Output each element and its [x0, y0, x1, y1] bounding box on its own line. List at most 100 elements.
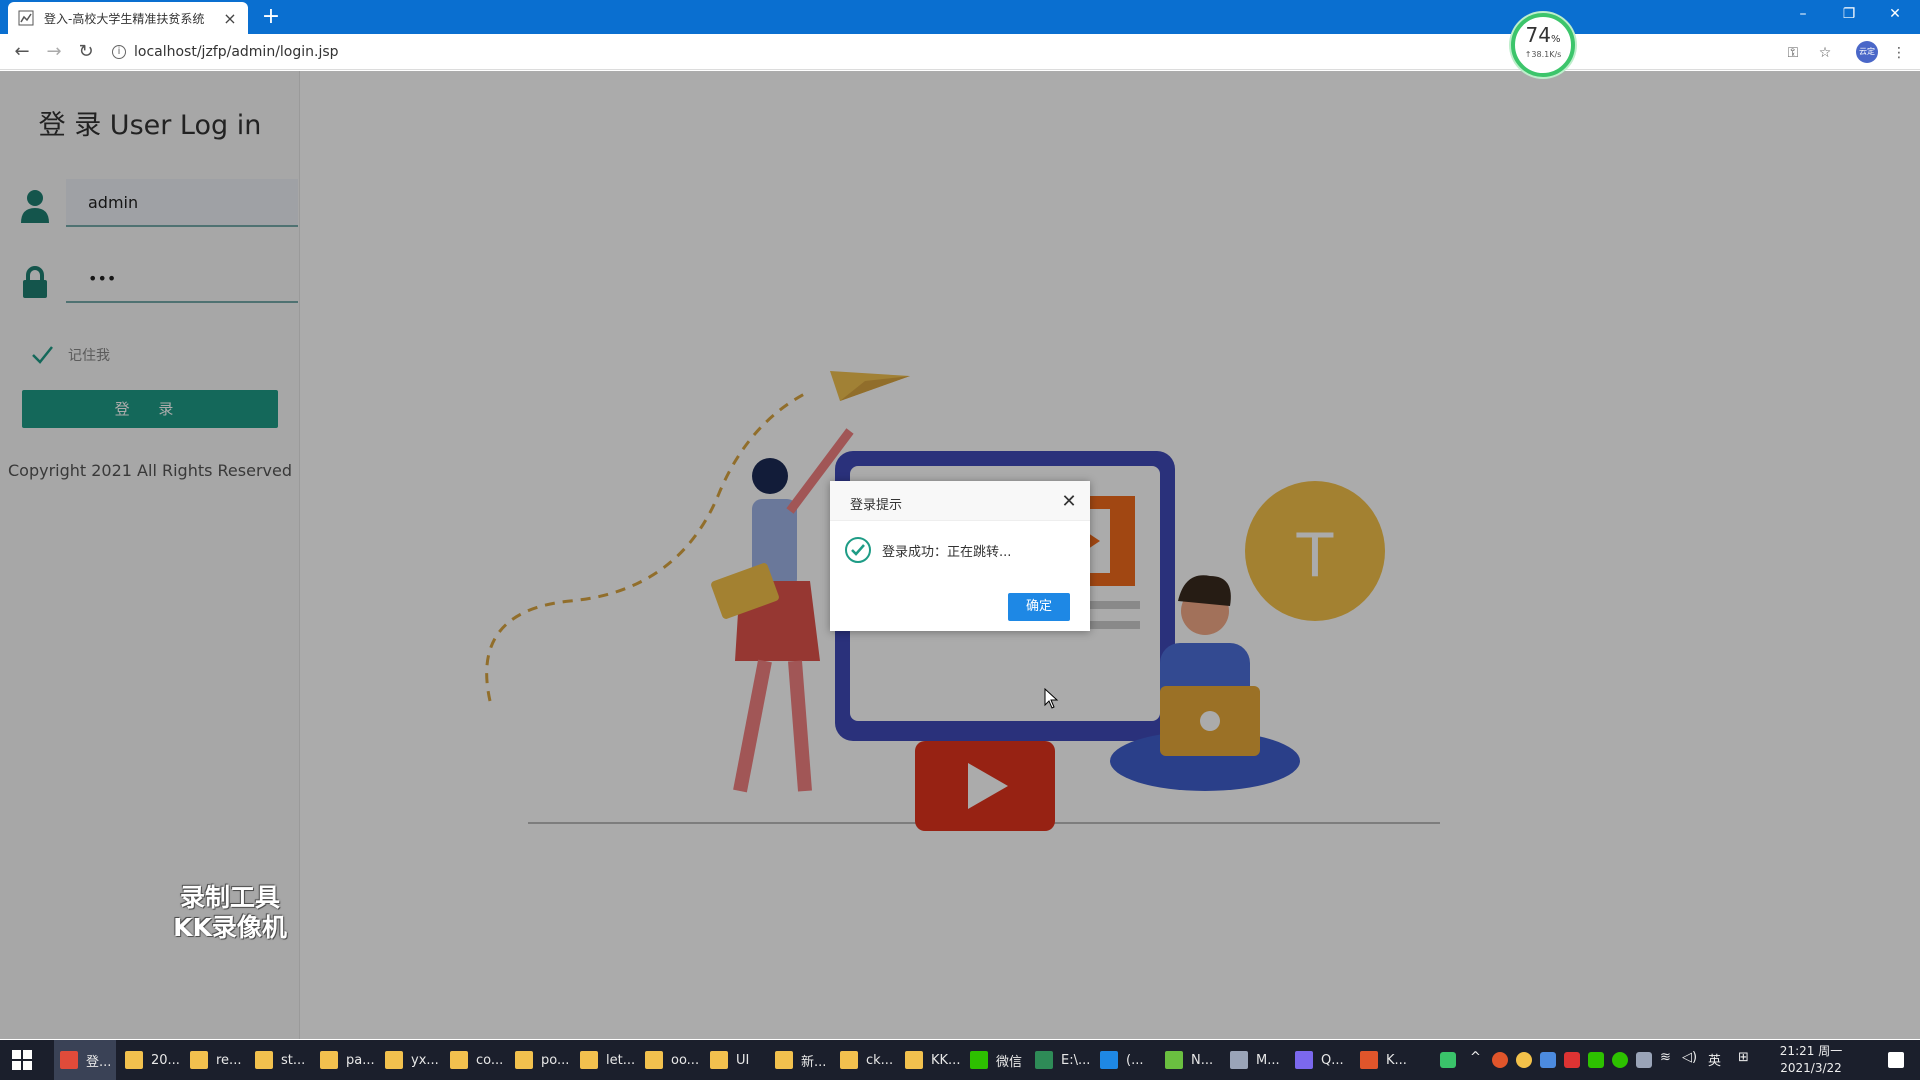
- ime-indicator[interactable]: 英: [1708, 1050, 1721, 1069]
- tray-app-icon[interactable]: [1588, 1052, 1604, 1068]
- taskbar-app-button[interactable]: K...: [1354, 1040, 1416, 1080]
- taskbar-app-button[interactable]: yx...: [379, 1040, 441, 1080]
- taskbar-app-label: 登...: [86, 1054, 112, 1070]
- taskbar-app-button[interactable]: M...: [1224, 1040, 1286, 1080]
- minimize-button[interactable]: –: [1780, 0, 1826, 30]
- taskbar-app-label: E:\...: [1061, 1052, 1091, 1068]
- volume-icon[interactable]: ◁): [1682, 1050, 1697, 1065]
- taskbar-app-button[interactable]: re...: [184, 1040, 246, 1080]
- taskbar-app-label: ck...: [866, 1052, 894, 1068]
- app-icon: [190, 1051, 208, 1069]
- url-text: localhost/jzfp/admin/login.jsp: [134, 44, 339, 60]
- taskbar-clock[interactable]: 21:21 周一 2021/3/22: [1776, 1043, 1846, 1077]
- mouse-cursor-icon: [1044, 688, 1059, 709]
- tray-app-icon[interactable]: [1492, 1052, 1508, 1068]
- taskbar-app-label: let...: [606, 1052, 636, 1068]
- taskbar-app-button[interactable]: UI: [704, 1040, 766, 1080]
- taskbar-app-button[interactable]: ck...: [834, 1040, 896, 1080]
- battery-icon[interactable]: [1440, 1052, 1456, 1068]
- taskbar-app-button[interactable]: N...: [1159, 1040, 1221, 1080]
- taskbar-app-button[interactable]: (...: [1094, 1040, 1156, 1080]
- taskbar-app-label: 新...: [801, 1054, 827, 1070]
- notification-icon[interactable]: [1888, 1052, 1904, 1068]
- app-icon: [1230, 1051, 1248, 1069]
- browser-tab[interactable]: 登入-高校大学生精准扶贫系统 ×: [8, 2, 248, 34]
- taskbar-app-button[interactable]: let...: [574, 1040, 636, 1080]
- app-icon: [125, 1051, 143, 1069]
- app-icon: [1295, 1051, 1313, 1069]
- tray-app-icon[interactable]: [1516, 1052, 1532, 1068]
- taskbar-app-button[interactable]: Q...: [1289, 1040, 1351, 1080]
- info-icon[interactable]: i: [112, 45, 126, 59]
- taskbar-app-label: yx...: [411, 1052, 439, 1068]
- taskbar-app-button[interactable]: po...: [509, 1040, 571, 1080]
- windows-start-icon[interactable]: [12, 1050, 32, 1070]
- taskbar-app-button[interactable]: 登...: [54, 1040, 116, 1080]
- watermark-line2: KK录像机: [173, 913, 287, 942]
- dialog-message: 登录成功：正在跳转...: [882, 544, 1012, 560]
- wechat-tray-icon[interactable]: [1612, 1052, 1628, 1068]
- taskbar-app-button[interactable]: KK...: [899, 1040, 961, 1080]
- taskbar-app-button[interactable]: oo...: [639, 1040, 701, 1080]
- recorder-watermark: 录制工具 KK录像机: [160, 883, 300, 943]
- dialog-confirm-button[interactable]: 确定: [1008, 593, 1070, 621]
- reload-icon[interactable]: ↻: [74, 40, 98, 64]
- taskbar-app-label: st...: [281, 1052, 306, 1068]
- tray-app-icon[interactable]: [1636, 1052, 1652, 1068]
- taskbar-app-button[interactable]: st...: [249, 1040, 311, 1080]
- tab-title: 登入-高校大学生精准扶贫系统: [44, 11, 205, 26]
- profile-avatar[interactable]: 云定: [1856, 41, 1878, 63]
- qq-tray-icon[interactable]: [1564, 1052, 1580, 1068]
- key-icon[interactable]: ⚿: [1782, 42, 1804, 64]
- app-icon: [320, 1051, 338, 1069]
- taskbar-app-label: oo...: [671, 1052, 700, 1068]
- wifi-icon[interactable]: ≋: [1660, 1050, 1671, 1065]
- network-speed-widget[interactable]: 74% ↑38.1K/s: [1511, 13, 1575, 77]
- taskbar-app-label: re...: [216, 1052, 242, 1068]
- browser-tab-bar: 登入-高校大学生精准扶贫系统 × + – ❐ ✕: [0, 0, 1920, 34]
- taskbar-app-label: 20...: [151, 1052, 180, 1068]
- address-bar: ← → ↻ i localhost/jzfp/admin/login.jsp ⚿…: [0, 34, 1920, 70]
- page-favicon-icon: [18, 10, 34, 26]
- taskbar-app-button[interactable]: E:\...: [1029, 1040, 1091, 1080]
- restore-button[interactable]: ❐: [1826, 0, 1872, 30]
- taskbar-app-label: UI: [736, 1052, 750, 1068]
- app-icon: [60, 1051, 78, 1069]
- menu-dots-icon[interactable]: ⋮: [1888, 42, 1910, 64]
- forward-arrow-icon[interactable]: →: [42, 40, 66, 64]
- taskbar: 登... 20... re... st... pa... yx... co... po... l…: [0, 1040, 1920, 1080]
- speed-percent: 74: [1525, 23, 1551, 47]
- tray-expand-icon[interactable]: ^: [1470, 1050, 1481, 1065]
- taskbar-app-label: Q...: [1321, 1052, 1344, 1068]
- taskbar-app-button[interactable]: pa...: [314, 1040, 376, 1080]
- taskbar-app-button[interactable]: 20...: [119, 1040, 181, 1080]
- back-arrow-icon[interactable]: ←: [10, 40, 34, 64]
- watermark-line1: 录制工具: [179, 883, 280, 912]
- page-content: 登 录 User Log in 记住我 登 录 Copyright 2021 A…: [0, 71, 1920, 1039]
- app-icon: [1035, 1051, 1053, 1069]
- taskbar-app-label: M...: [1256, 1052, 1280, 1068]
- dialog-close-icon[interactable]: ✕: [1060, 491, 1078, 512]
- success-check-icon: [845, 537, 871, 563]
- speed-percent-sign: %: [1550, 34, 1561, 45]
- star-icon[interactable]: ☆: [1814, 42, 1836, 64]
- keyboard-icon[interactable]: ⊞: [1738, 1050, 1749, 1065]
- dialog-title: 登录提示: [850, 498, 903, 513]
- new-tab-button[interactable]: +: [258, 4, 284, 30]
- app-icon: [385, 1051, 403, 1069]
- app-icon: [645, 1051, 663, 1069]
- login-dialog: 登录提示 ✕ 登录成功：正在跳转... 确定: [830, 481, 1090, 631]
- tab-close-icon[interactable]: ×: [222, 9, 238, 28]
- taskbar-app-label: pa...: [346, 1052, 375, 1068]
- tray-app-icon[interactable]: [1540, 1052, 1556, 1068]
- taskbar-app-button[interactable]: 新...: [769, 1040, 831, 1080]
- taskbar-app-label: K...: [1386, 1052, 1407, 1068]
- window-close-button[interactable]: ✕: [1872, 0, 1918, 30]
- app-icon: [775, 1051, 793, 1069]
- taskbar-app-label: 微信: [996, 1054, 1023, 1070]
- clock-date: 2021/3/22: [1780, 1061, 1842, 1075]
- taskbar-app-button[interactable]: co...: [444, 1040, 506, 1080]
- taskbar-app-button[interactable]: 微信: [964, 1040, 1026, 1080]
- taskbar-app-label: po...: [541, 1052, 570, 1068]
- app-icon: [580, 1051, 598, 1069]
